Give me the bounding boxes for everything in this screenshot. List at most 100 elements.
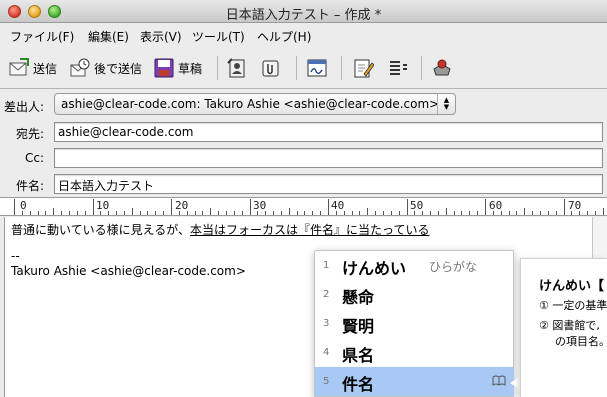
ruler-tick (437, 211, 439, 215)
address-book-icon (227, 58, 245, 78)
ruler-tick (343, 211, 345, 215)
save-draft-label: 草稿 (178, 61, 203, 76)
ruler-tick (178, 211, 180, 215)
spell-check-button[interactable] (352, 55, 377, 81)
ruler-tick (257, 211, 259, 215)
toolbar-separator (341, 56, 342, 80)
save-draft-button[interactable]: 草稿 (153, 55, 202, 81)
floppy-disk-icon (154, 58, 174, 78)
ruler-label: 40 (331, 199, 345, 212)
to-label: 宛先: (15, 127, 44, 141)
cc-row: Cc: (0, 147, 607, 169)
ruler-tick (422, 211, 424, 215)
ruler-tick (76, 211, 78, 215)
from-label: 差出人: (3, 100, 44, 114)
ruler-tick (532, 211, 534, 215)
ruler-tick (320, 211, 322, 215)
candidate-text: 件名 (342, 375, 375, 394)
toolbar: 送信 後で送信 草稿 (0, 47, 607, 89)
ruler-tick (414, 211, 416, 215)
ime-candidate-window: 1 けんめい ひらがな 2 懸命 3 賢明 4 県名 5 件名 (314, 250, 514, 397)
candidate-number: 2 (323, 289, 330, 300)
menu-view[interactable]: 表示(V) (140, 28, 182, 45)
ruler-tick (312, 211, 314, 215)
ruler-tick (375, 211, 377, 215)
ruler-tick (68, 211, 70, 215)
ruler-tick (210, 208, 212, 215)
ruler-tick (202, 211, 204, 215)
security-icon (433, 59, 451, 76)
clock-envelope-icon (70, 58, 90, 77)
ruler-tick (594, 211, 596, 215)
cc-field[interactable] (54, 148, 603, 168)
from-select[interactable]: ashie@clear-code.com: Takuro Ashie <ashi… (54, 93, 456, 115)
signature-separator: -- (11, 249, 20, 263)
ruler-tick (579, 211, 581, 215)
menu-help[interactable]: ヘルプ(H) (257, 28, 311, 45)
ruler-tick (21, 211, 23, 215)
candidate-item[interactable]: 2 懸命 (315, 280, 514, 309)
menu-bar: ファイル(F) 編集(E) 表示(V) ツール(T) ヘルプ(H) (0, 24, 607, 46)
dictionary-heading: けんめい【 (539, 279, 605, 294)
candidate-item[interactable]: 1 けんめい ひらがな (315, 251, 514, 280)
list-format-icon (390, 61, 407, 75)
candidate-item-selected[interactable]: 5 件名 (315, 367, 514, 396)
ruler-tick (194, 211, 196, 215)
ruler-tick (524, 208, 526, 215)
send-later-label: 後で送信 (94, 61, 143, 76)
candidate-item[interactable]: 4 県名 (315, 338, 514, 367)
ruler-tick (29, 211, 31, 215)
ruler-tick (367, 208, 369, 215)
attach-button[interactable] (259, 55, 284, 81)
title-bar: 日本語入力テスト – 作成 * (0, 0, 607, 23)
signature-icon (307, 59, 327, 77)
ruler-tick (123, 211, 125, 215)
ruler-tick (131, 208, 133, 215)
to-field[interactable]: ashie@clear-code.com (54, 122, 603, 142)
security-button[interactable] (431, 55, 456, 81)
toolbar-separator (296, 56, 297, 80)
subject-label: 件名: (15, 179, 44, 193)
ruler-tick (92, 199, 94, 215)
ruler-tick (304, 211, 306, 215)
ruler-tick (406, 199, 408, 215)
pencil-note-icon (354, 59, 374, 78)
menu-edit[interactable]: 編集(E) (88, 28, 129, 45)
ruler-tick (14, 199, 15, 215)
ruler-tick (571, 211, 573, 215)
ruler-tick (547, 211, 549, 215)
updown-arrows-icon: ▲ ▼ (437, 94, 455, 114)
menu-tools[interactable]: ツール(T) (192, 28, 245, 45)
ruler-tick (265, 211, 267, 215)
envelope-icon (9, 58, 29, 76)
ruler-tick (500, 211, 502, 215)
candidate-text: 懸命 (342, 288, 375, 307)
toolbar-separator (421, 56, 422, 80)
ruler-tick (430, 211, 432, 215)
ruler-tick (225, 211, 227, 215)
candidate-number: 4 (323, 347, 330, 358)
candidate-item[interactable]: 3 賢明 (315, 309, 514, 338)
ruler-tick (155, 211, 157, 215)
ruler-tick (108, 211, 110, 215)
ruler-tick (45, 211, 47, 215)
send-button[interactable]: 送信 (8, 55, 57, 81)
send-later-button[interactable]: 後で送信 (69, 55, 142, 81)
dictionary-line: ① 一定の基準 (539, 299, 607, 312)
menu-file[interactable]: ファイル(F) (10, 28, 74, 45)
ruler-tick (461, 211, 463, 215)
subject-field[interactable]: 日本語入力テスト (54, 174, 603, 194)
candidate-text: 賢明 (342, 317, 375, 336)
ruler-tick (445, 208, 447, 215)
candidate-hint: ひらがな (429, 260, 478, 274)
candidate-number: 5 (323, 376, 330, 387)
ruler-tick (280, 211, 282, 215)
ruler-tick (492, 211, 494, 215)
ruler-tick (53, 208, 55, 215)
ruler-tick (233, 211, 235, 215)
signature-button[interactable] (306, 55, 331, 81)
address-book-button[interactable] (226, 55, 251, 81)
ruler-tick (382, 211, 384, 215)
ruler-tick (288, 208, 290, 215)
format-button[interactable] (387, 55, 412, 81)
